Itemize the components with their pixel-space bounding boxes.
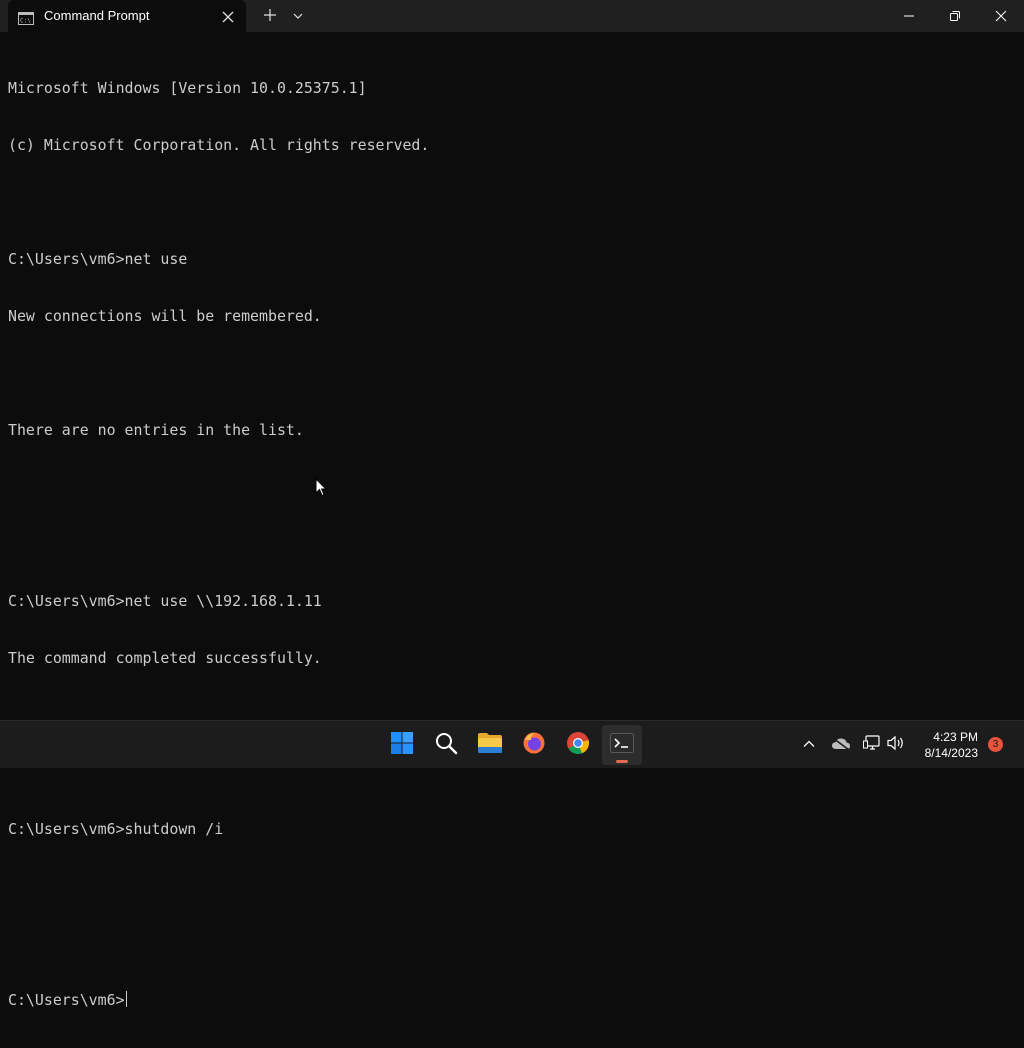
- terminal-icon: [610, 733, 634, 757]
- file-explorer-button[interactable]: [470, 725, 510, 765]
- search-icon: [434, 731, 458, 759]
- volume-button[interactable]: [884, 733, 908, 757]
- console-line: C:\Users\vm6>net use \\192.168.1.11: [8, 592, 322, 610]
- plus-icon: [263, 7, 277, 26]
- text-cursor: [125, 991, 127, 1007]
- taskbar: 4:23 PM 8/14/2023: [0, 720, 1024, 768]
- chevron-up-icon: [802, 736, 816, 755]
- chrome-button[interactable]: [558, 725, 598, 765]
- mouse-pointer-icon: [315, 477, 328, 501]
- clock-time: 4:23 PM: [933, 730, 978, 744]
- cmd-icon: C:\: [18, 10, 34, 29]
- console-output: Microsoft Windows [Version 10.0.25375.1]…: [8, 41, 429, 1048]
- firefox-icon: [522, 731, 546, 759]
- prompt-text: C:\Users\vm6>: [8, 991, 125, 1009]
- clock-button[interactable]: 4:23 PM 8/14/2023: [912, 729, 978, 761]
- onedrive-offline-icon: [831, 736, 851, 755]
- network-button[interactable]: [860, 733, 884, 757]
- file-explorer-icon: [477, 732, 503, 758]
- firefox-button[interactable]: [514, 725, 554, 765]
- prompt-line[interactable]: C:\Users\vm6>: [8, 991, 429, 1010]
- svg-text:C:\: C:\: [20, 18, 31, 25]
- onedrive-button[interactable]: [829, 733, 853, 757]
- maximize-button[interactable]: [932, 0, 978, 32]
- terminal-button[interactable]: [602, 725, 642, 765]
- active-app-indicator: [616, 760, 628, 763]
- chrome-icon: [566, 731, 590, 759]
- close-icon: [995, 7, 1007, 26]
- minimize-button[interactable]: [886, 0, 932, 32]
- chevron-down-icon: [292, 7, 304, 26]
- console-line: New connections will be remembered.: [8, 307, 322, 325]
- tab-command-prompt[interactable]: C:\ Command Prompt: [8, 0, 246, 32]
- console-line: C:\Users\vm6>net use: [8, 250, 188, 268]
- tab-label: Command Prompt: [44, 8, 150, 23]
- volume-icon: [887, 735, 905, 755]
- tab-dropdown-button[interactable]: [286, 0, 310, 32]
- console-line: Microsoft Windows [Version 10.0.25375.1]: [8, 79, 367, 97]
- new-tab-button[interactable]: [256, 0, 284, 32]
- network-icon: [863, 735, 881, 755]
- close-window-button[interactable]: [978, 0, 1024, 32]
- console-line: The command completed successfully.: [8, 649, 322, 667]
- terminal-area[interactable]: Microsoft Windows [Version 10.0.25375.1]…: [0, 32, 1024, 1009]
- console-line: C:\Users\vm6>shutdown /i: [8, 820, 224, 838]
- close-tab-icon[interactable]: [221, 9, 235, 23]
- start-button[interactable]: [382, 725, 422, 765]
- notification-badge[interactable]: 3: [988, 737, 1003, 752]
- clock-date: 8/14/2023: [924, 746, 978, 760]
- minimize-icon: [903, 7, 915, 26]
- restore-icon: [949, 7, 961, 26]
- show-hidden-icons-button[interactable]: [797, 733, 821, 757]
- start-icon: [390, 731, 414, 759]
- console-line: (c) Microsoft Corporation. All rights re…: [8, 136, 430, 154]
- search-button[interactable]: [426, 725, 466, 765]
- console-line: There are no entries in the list.: [8, 421, 304, 439]
- title-bar: C:\ Command Prompt: [0, 0, 1024, 32]
